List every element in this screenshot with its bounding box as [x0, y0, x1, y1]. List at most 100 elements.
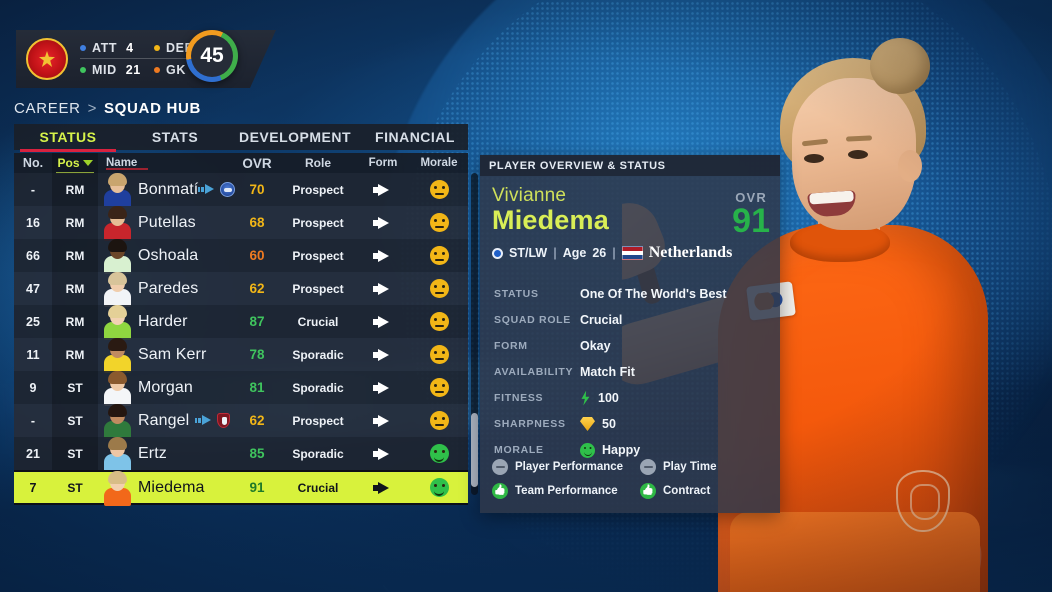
stat-mid: MID 21 [80, 63, 154, 77]
attribute-value-text: Match Fit [580, 365, 635, 379]
table-row[interactable]: 16 RM Putellas 68 Prospect [14, 206, 468, 241]
form-steady-arrow-icon [372, 348, 389, 361]
cell-morale [410, 213, 468, 232]
player-face-icon [102, 272, 132, 307]
stat-value-att: 4 [126, 41, 134, 55]
cell-position: ST [52, 371, 98, 404]
cell-role: Sporadic [292, 380, 344, 395]
manchester-united-crest-icon [26, 38, 68, 80]
attribute-value: Crucial [580, 313, 622, 327]
player-ovr-value: 91 [732, 202, 770, 240]
tab-status[interactable]: STATUS [14, 124, 122, 152]
player-face-icon [102, 206, 132, 241]
cell-role: Sporadic [292, 347, 344, 362]
attribute-value-text: Okay [580, 339, 611, 353]
cell-morale [410, 478, 468, 497]
action-row: Player Performance Play Time [492, 455, 768, 479]
breadcrumb-root[interactable]: CAREER [14, 100, 81, 117]
indicator-play-time[interactable]: Play Time [640, 459, 717, 475]
morale-neutral-icon [429, 411, 449, 430]
transfer-arrow-icon [198, 184, 216, 195]
table-row[interactable]: 25 RM Harder 87 Crucial [14, 305, 468, 340]
morale-neutral-icon [429, 312, 449, 331]
form-steady-arrow-icon [372, 282, 389, 295]
attribute-row: SQUAD ROLE Crucial [480, 307, 780, 333]
attribute-value: 50 [580, 417, 616, 431]
stat-dot-gk [154, 66, 160, 73]
panel-action-indicators: Player Performance Play Time Team Perfor… [480, 455, 780, 503]
row-status-icons [198, 182, 236, 197]
table-row[interactable]: 66 RM Oshoala 60 Prospect [14, 239, 468, 274]
attribute-row: SHARPNESS 50 [480, 411, 780, 437]
table-row[interactable]: - ST Rangel 62 Prospect [14, 404, 468, 439]
column-header-pos[interactable]: Pos [52, 153, 98, 174]
morale-neutral-icon [429, 279, 449, 298]
cell-no: - [30, 413, 36, 428]
cell-no: 66 [26, 248, 40, 263]
player-name: Paredes [138, 279, 199, 297]
cell-morale [410, 444, 468, 463]
stat-value-mid: 21 [125, 62, 141, 77]
player-age-label: Age [562, 246, 587, 261]
form-steady-arrow-icon [372, 381, 389, 394]
tab-financial[interactable]: FINANCIAL [362, 124, 468, 150]
morale-neutral-icon [429, 246, 449, 265]
stat-dot-mid [80, 66, 86, 73]
tab-development[interactable]: DEVELOPMENT [228, 124, 362, 150]
cell-form [356, 447, 410, 460]
column-header-form[interactable]: Form [356, 157, 410, 169]
indicator-team-performance[interactable]: Team Performance [492, 483, 640, 499]
column-header-role[interactable]: Role [280, 156, 356, 170]
cell-ovr: 87 [249, 314, 265, 329]
cell-ovr: 78 [249, 347, 265, 362]
player-name: Morgan [138, 378, 193, 396]
cell-role: Crucial [297, 480, 339, 495]
cell-name: Morgan [98, 371, 234, 406]
morale-happy-icon [429, 444, 449, 463]
scrollbar-thumb[interactable] [471, 413, 478, 487]
cell-name: Putellas [98, 206, 234, 241]
tab-bar: STATUS STATS DEVELOPMENT FINANCIAL [14, 124, 468, 152]
column-header-name[interactable]: Name [98, 157, 234, 170]
table-row[interactable]: 47 RM Paredes 62 Prospect [14, 272, 468, 307]
transfer-arrow-icon [195, 415, 213, 426]
player-face-icon [102, 239, 132, 274]
column-header-morale[interactable]: Morale [410, 157, 468, 169]
cell-no: 7 [29, 480, 37, 495]
club-overall-rating-value: 45 [200, 44, 224, 67]
column-header-ovr[interactable]: OVR [234, 156, 280, 171]
stat-dot-def [154, 45, 160, 51]
player-name: Harder [138, 312, 188, 330]
cell-ovr: 60 [249, 248, 265, 263]
indicator-player-performance[interactable]: Player Performance [492, 459, 640, 475]
attribute-value: Match Fit [580, 365, 635, 379]
indicator-label: Player Performance [515, 461, 624, 473]
table-row[interactable]: 7 ST Miedema 91 Crucial [14, 470, 468, 506]
cell-no: - [30, 182, 36, 197]
cell-ovr: 91 [249, 480, 265, 495]
table-row[interactable]: 11 RM Sam Kerr 78 Sporadic [14, 338, 468, 373]
column-header-no[interactable]: No. [14, 156, 52, 170]
table-row[interactable]: 9 ST Morgan 81 Sporadic [14, 371, 468, 406]
stat-att: ATT 4 [80, 41, 154, 55]
player-face-icon [102, 305, 132, 340]
cell-name: Oshoala [98, 239, 234, 274]
table-row[interactable]: - RM Bonmatí 70 Prospect [14, 173, 468, 208]
player-attributes: STATUS One Of The World's Best SQUAD ROLE C… [480, 275, 780, 463]
form-steady-arrow-icon [372, 481, 389, 494]
player-face-icon [102, 437, 132, 472]
minus-circle-icon [492, 459, 508, 475]
indicator-contract[interactable]: Contract [640, 483, 710, 499]
cell-morale [410, 378, 468, 397]
netherlands-flag-icon [621, 246, 643, 261]
cell-morale [410, 312, 468, 331]
cell-ovr: 81 [249, 380, 265, 395]
player-ovr: OVR 91 [732, 190, 770, 238]
attribute-label: FORM [494, 340, 528, 352]
tab-stats[interactable]: STATS [122, 124, 228, 150]
player-face-icon [102, 173, 132, 208]
thumbs-up-icon [640, 483, 656, 499]
table-scrollbar[interactable] [471, 173, 478, 495]
table-row[interactable]: 21 ST Ertz 85 Sporadic [14, 437, 468, 472]
cell-role: Prospect [292, 215, 344, 230]
